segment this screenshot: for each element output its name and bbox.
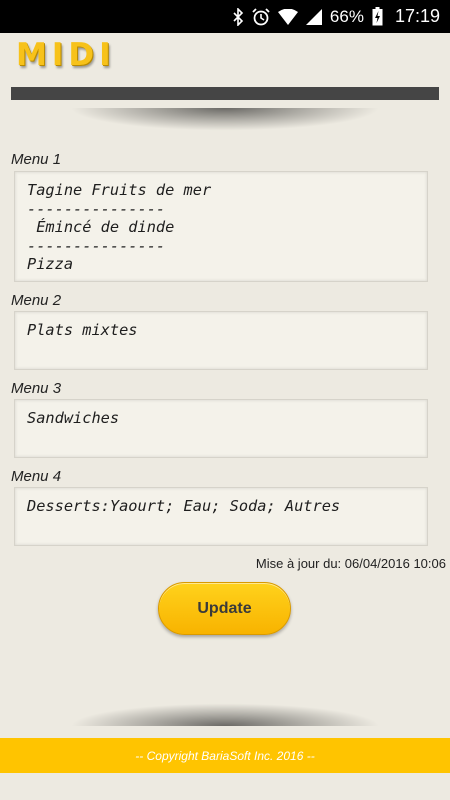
top-shadow-divider [20,108,430,138]
clock: 17:19 [394,6,440,26]
bottom-strip [0,773,450,800]
menu-1-label: Menu 1 [11,151,62,168]
footer: -- Copyright BariaSoft Inc. 2016 -- [0,738,450,773]
battery-percent: 66% [329,6,364,26]
bottom-shadow-divider [20,696,430,726]
battery-charging-icon [372,7,383,26]
copyright-text: -- Copyright BariaSoft Inc. 2016 -- [135,748,315,763]
signal-icon [305,8,322,25]
menu-2-field[interactable]: Plats mixtes [14,311,428,370]
menu-3-label: Menu 3 [11,380,62,397]
last-update-text: Mise à jour du: 06/04/2016 10:06 [255,556,446,571]
menu-4-label: Menu 4 [11,468,62,485]
alarm-icon [252,7,270,26]
app-title: MIDI [16,37,116,73]
menu-4-field[interactable]: Desserts:Yaourt; Eau; Soda; Autres [14,487,428,546]
status-icons: 66% 17:19 [232,0,440,33]
status-bar: 66% 17:19 [0,0,450,33]
title-divider-bar [11,87,439,100]
menu-1-text: Tagine Fruits de mer --------------- Émi… [27,181,212,273]
menu-2-label: Menu 2 [11,292,62,309]
menu-4-text: Desserts:Yaourt; Eau; Soda; Autres [27,497,341,515]
wifi-icon [277,8,298,25]
menu-3-field[interactable]: Sandwiches [14,399,428,458]
update-button[interactable]: Update [158,582,291,635]
menu-3-text: Sandwiches [27,409,120,427]
menu-1-field[interactable]: Tagine Fruits de mer --------------- Émi… [14,171,428,282]
menu-2-text: Plats mixtes [27,321,138,339]
bluetooth-icon [232,7,244,26]
